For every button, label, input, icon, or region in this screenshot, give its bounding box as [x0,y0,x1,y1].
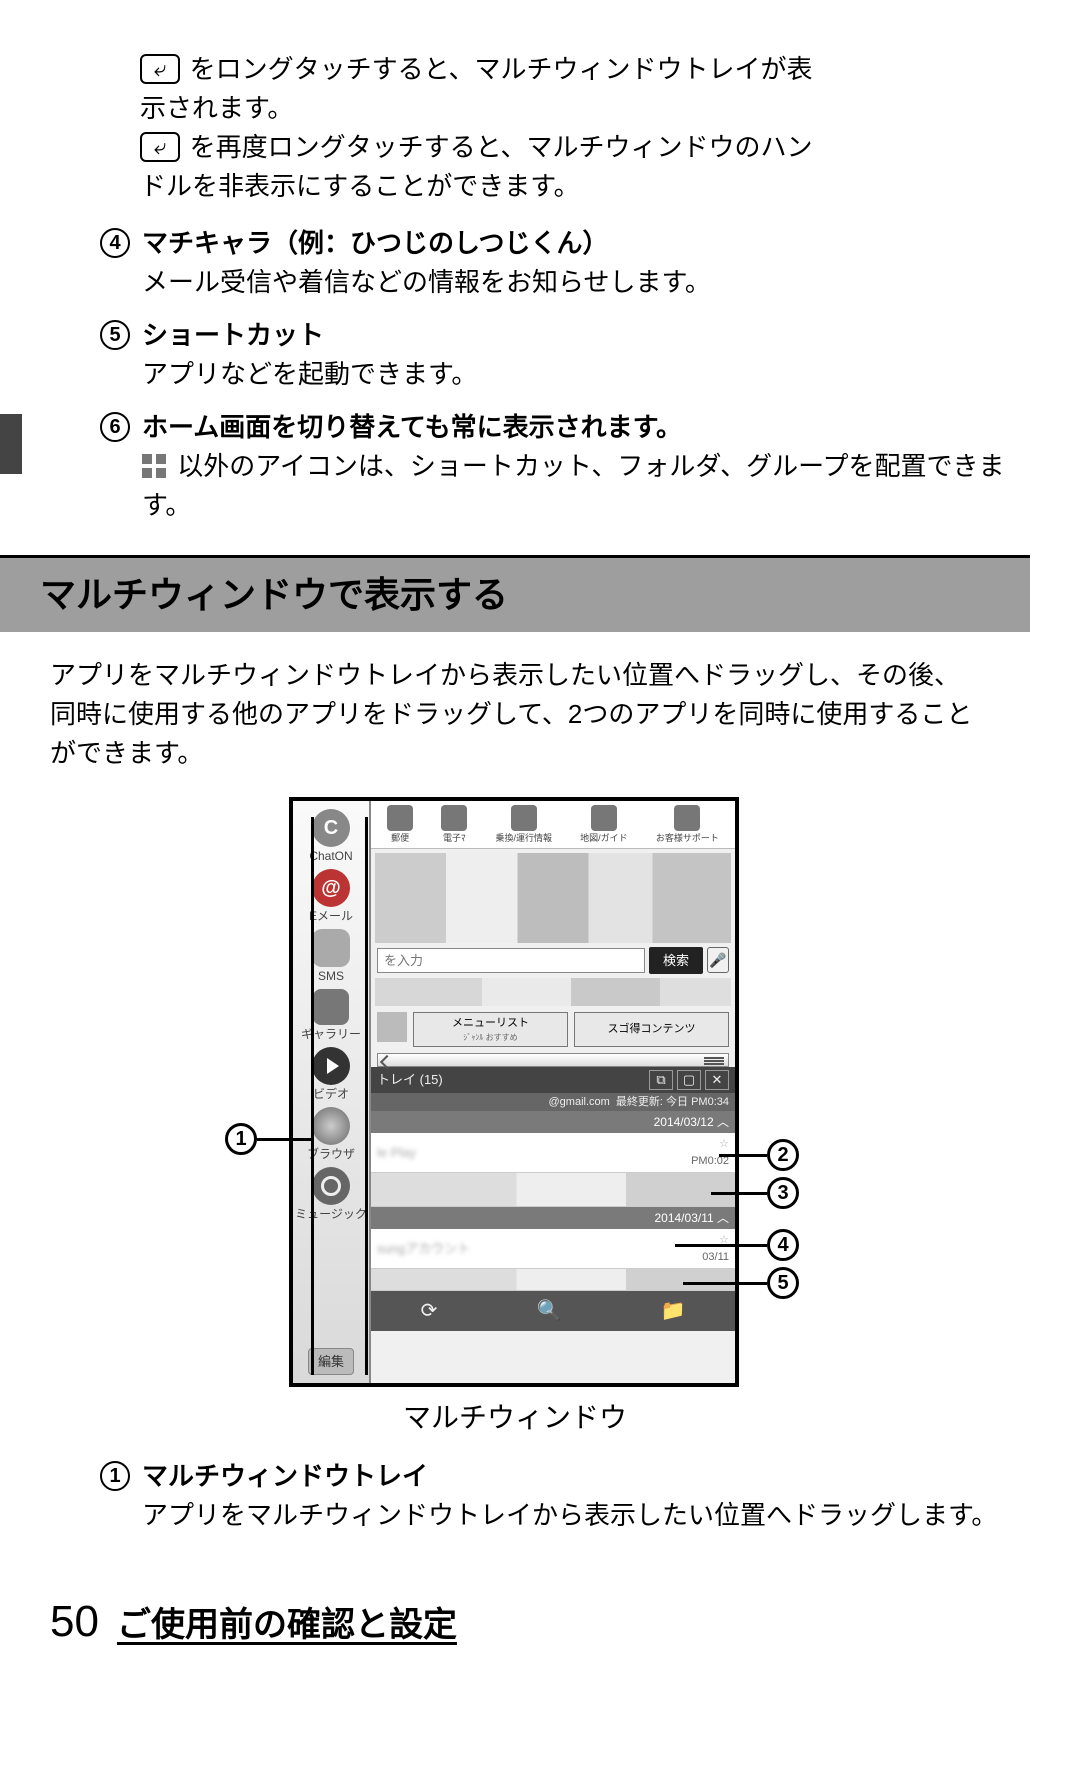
callout-number-icon: 4 [767,1229,799,1261]
refresh-icon[interactable]: ⟳ [421,1296,438,1326]
date-group-row: 2014/03/11 ︿ [371,1207,735,1229]
tray-label: ChatON [309,847,352,865]
item-description: アプリをマルチウィンドウトレイから表示したい位置へドラッグします。 [142,1496,1030,1535]
intro-block: ⤶ をロングタッチすると、マルチウィンドウトレイが表 示されます。 ⤶ を再度ロ… [50,50,1030,206]
menu-list-button[interactable]: メニューリストｼﾞｬﾝﾙ おすすめ [413,1012,568,1047]
item-title: マルチウィンドウトレイ [142,1457,1030,1496]
apps-grid-icon [142,454,166,478]
blurred-content [375,853,731,943]
back-key-icon: ⤶ [140,132,180,162]
intro-text: をロングタッチすると、マルチウィンドウトレイが表 [190,54,813,84]
top-shortcut-icon [441,805,467,831]
mail-row[interactable]: sungアカウント ☆03/11 [371,1229,735,1269]
gallery-icon [313,989,349,1025]
item-description: メール受信や着信などの情報をお知らせします。 [142,263,1030,302]
mail-row-blurred [371,1173,735,1207]
video-icon [312,1047,350,1085]
main-pane: 郵便 電子ﾏ 乗換/運行情報 地図/ガイド お客様サポート 検索 🎤 メニューリ… [371,801,735,1383]
section-heading: マルチウィンドウで表示する [0,555,1030,632]
top-shortcut-icon [674,805,700,831]
list-item: 1 マルチウィンドウトレイ アプリをマルチウィンドウトレイから表示したい位置へド… [50,1457,1030,1535]
tray-label: ミュージック [295,1205,367,1223]
page-footer: 50 ご使用前の確認と設定 [0,1549,1030,1655]
top-shortcut-icon [591,805,617,831]
top-shortcut-label: 電子ﾏ [443,832,466,846]
item-description: 以外のアイコンは、ショートカット、フォルダ、グループを配置できます。 [142,447,1030,525]
tray-label: Eメール [309,907,353,925]
top-shortcut-label: 乗換/運行情報 [495,832,552,846]
item-number-icon: 5 [100,320,130,350]
list-item: 6 ホーム画面を切り替えても常に表示されます。 以外のアイコンは、ショートカット… [50,408,1030,525]
updated-label: 最終更新: 今日 PM0:34 [616,1096,729,1108]
star-icon[interactable]: ☆ [719,1232,729,1249]
numbered-list-bottom: 1 マルチウィンドウトレイ アプリをマルチウィンドウトレイから表示したい位置へド… [50,1457,1030,1535]
top-shortcut-label: 地図/ガイド [580,832,628,846]
section-intro: アプリをマルチウィンドウトレイから表示したい位置へドラッグし、その後、同時に使用… [0,656,1030,773]
sms-icon [312,929,350,967]
item-number-icon: 4 [100,228,130,258]
blurred-content [375,978,731,1006]
search-input[interactable] [377,948,645,973]
tray-label: ビデオ [313,1085,349,1103]
item-number-icon: 6 [100,412,130,442]
intro-text: 示されます。 [140,89,1030,128]
item-title: ホーム画面を切り替えても常に表示されます。 [142,408,1030,447]
window-divider-handle[interactable] [377,1053,729,1067]
mail-row-blurred [371,1269,735,1291]
sugotoku-button[interactable]: スゴ得コンテンツ [574,1012,729,1047]
intro-text: ドルを非表示にすることができます。 [140,167,1030,206]
tray-edit-button[interactable]: 編集 [308,1348,354,1376]
mic-icon[interactable]: 🎤 [707,947,729,973]
thumb-tab-icon [0,414,22,474]
list-item: 5 ショートカット アプリなどを起動できます。 [50,316,1030,394]
callout-number-icon: 5 [767,1267,799,1299]
layout-switch-icon[interactable]: ⧉ [649,1070,673,1090]
figure-multiwindow: CChatON @Eメール SMS ギャラリー ビデオ ブラウザ ミュージック … [155,797,875,1387]
top-shortcut-label: 郵便 [391,832,409,846]
mail-row[interactable]: le Play ☆PM0:02 [371,1133,735,1173]
maximize-icon[interactable]: ▢ [677,1070,701,1090]
item-number-icon: 1 [100,1461,130,1491]
mail-window-header: トレイ (15) ⧉ ▢ ✕ [371,1067,735,1093]
top-shortcut-icon [387,805,413,831]
back-key-icon: ⤶ [140,54,180,84]
star-icon[interactable]: ☆ [719,1136,729,1153]
item-description: アプリなどを起動できます。 [142,355,1030,394]
music-icon [312,1167,350,1205]
top-shortcut-icon [511,805,537,831]
item-title: ショートカット [142,316,1030,355]
list-item: 4 マチキャラ（例：ひつじのしつじくん） メール受信や着信などの情報をお知らせし… [50,224,1030,302]
callout-number-icon: 2 [767,1139,799,1171]
multiwindow-tray: CChatON @Eメール SMS ギャラリー ビデオ ブラウザ ミュージック … [293,801,371,1383]
tray-label: ブラウザ [307,1145,355,1163]
search-button[interactable]: 検索 [649,947,703,975]
intro-text: を再度ロングタッチすると、マルチウィンドウのハン [190,132,813,162]
date-group-row: 2014/03/12 ︿ [371,1111,735,1133]
account-label: @gmail.com [549,1096,610,1108]
search-icon[interactable]: 🔍 [536,1296,561,1326]
email-icon: @ [312,869,350,907]
callout-number-icon: 1 [225,1123,257,1155]
page-number: 50 [50,1589,99,1655]
figure-caption: マルチウィンドウ [0,1397,1030,1439]
chaton-icon: C [312,809,350,847]
top-shortcut-label: お客様サポート [656,832,719,846]
item-title: マチキャラ（例：ひつじのしつじくん） [142,224,1030,263]
tray-label: ギャラリー [301,1025,361,1043]
numbered-list-top: 4 マチキャラ（例：ひつじのしつじくん） メール受信や着信などの情報をお知らせし… [50,224,1030,525]
folder-icon[interactable]: 📁 [661,1296,686,1326]
close-icon[interactable]: ✕ [705,1070,729,1090]
browser-icon [312,1107,350,1145]
mail-bottom-bar: ⟳ 🔍 📁 [371,1291,735,1331]
footer-section-title: ご使用前の確認と設定 [117,1600,457,1651]
tray-label: SMS [318,967,344,985]
small-thumb [377,1012,407,1042]
callout-number-icon: 3 [767,1177,799,1209]
